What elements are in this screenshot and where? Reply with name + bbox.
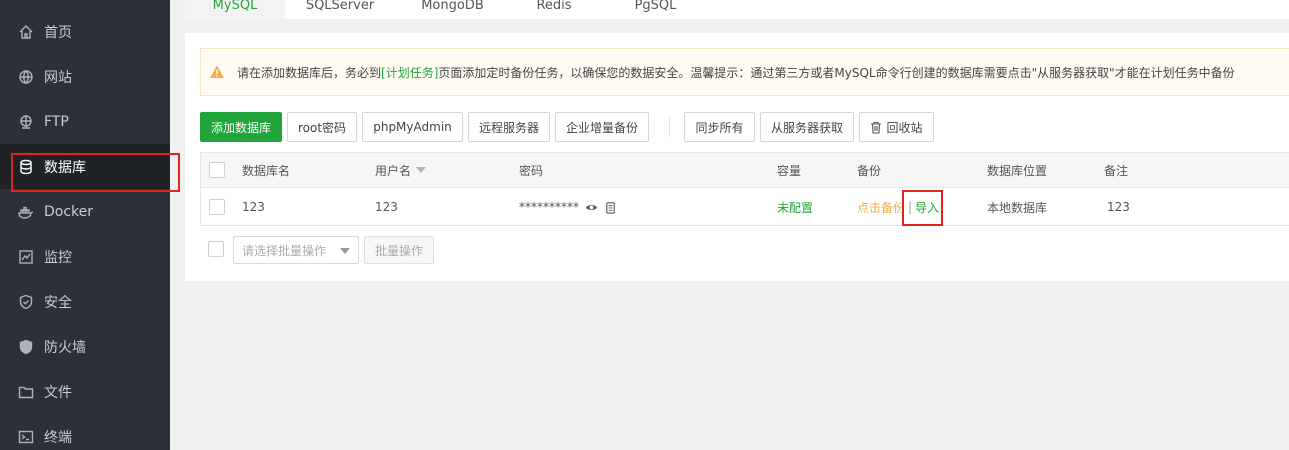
sidebar-item-firewall[interactable]: 防火墙: [0, 324, 170, 369]
schedule-task-link[interactable]: [计划任务]: [381, 64, 438, 81]
col-header-name: 数据库名: [242, 163, 291, 178]
db-name: 123: [242, 200, 265, 214]
table-header: 数据库名 用户名 密码 容量 备份 数据库位置 备注: [201, 153, 1289, 188]
sidebar-item-label: 监控: [44, 249, 72, 266]
copy-icon[interactable]: [604, 201, 617, 214]
database-icon: [18, 159, 34, 175]
sidebar-item-label: FTP: [44, 113, 69, 130]
sidebar-item-terminal[interactable]: 终端: [0, 414, 170, 450]
sidebar-item-label: 终端: [44, 429, 72, 446]
sidebar-item-docker[interactable]: Docker: [0, 189, 170, 234]
fetch-from-server-button[interactable]: 从服务器获取: [760, 112, 854, 142]
tab-pgsql[interactable]: PgSQL: [598, 0, 713, 19]
backup-separator: |: [908, 200, 913, 214]
remote-server-button[interactable]: 远程服务器: [468, 112, 550, 142]
backup-now-link[interactable]: 点击备份: [857, 199, 905, 216]
password-mask: **********: [519, 200, 579, 214]
database-type-tabs: MySQL SQLServer MongoDB Redis PgSQL: [185, 0, 1289, 19]
eye-icon[interactable]: [585, 201, 598, 214]
sidebar-item-security[interactable]: 安全: [0, 279, 170, 324]
chevron-down-icon: [340, 248, 350, 254]
toolbar-divider: [669, 117, 670, 137]
db-password: **********: [519, 188, 617, 226]
folder-icon: [18, 384, 34, 400]
db-user: 123: [375, 200, 398, 214]
sidebar-item-label: 首页: [44, 24, 72, 41]
trash-icon: [871, 121, 882, 134]
ftp-icon: [18, 114, 34, 130]
terminal-icon: [18, 429, 34, 445]
sidebar: 首页 网站 FTP 数据库 Docker 监控 安全 防火墙 文件 终端: [0, 0, 180, 450]
col-header-note: 备注: [1104, 163, 1129, 178]
sidebar-item-monitor[interactable]: 监控: [0, 234, 170, 279]
notice-text-after: 页面添加定时备份任务，以确保您的数据安全。温馨提示：通过第三方或者MySQL命令…: [438, 65, 1235, 80]
row-checkbox[interactable]: [209, 199, 225, 215]
db-location: 本地数据库: [987, 200, 1048, 215]
import-link[interactable]: 导入: [915, 199, 939, 216]
docker-icon: [18, 204, 34, 220]
root-password-button[interactable]: root密码: [287, 112, 357, 142]
db-note[interactable]: 123: [1107, 188, 1130, 226]
globe-icon: [18, 69, 34, 85]
sidebar-item-website[interactable]: 网站: [0, 54, 170, 99]
col-header-password: 密码: [519, 163, 544, 178]
sort-arrow-icon[interactable]: [416, 167, 427, 173]
recycle-bin-button[interactable]: 回收站: [859, 112, 934, 142]
notice-text-before: 请在添加数据库后，务必到: [237, 65, 382, 80]
recycle-bin-label: 回收站: [886, 120, 923, 135]
sync-all-button[interactable]: 同步所有: [684, 112, 755, 142]
sidebar-item-label: 数据库: [44, 159, 86, 176]
backup-actions: 点击备份 | 导入: [857, 188, 939, 226]
warning-icon: [210, 65, 224, 78]
select-all-checkbox[interactable]: [209, 162, 225, 178]
col-header-location: 数据库位置: [987, 163, 1048, 178]
batch-operation-select[interactable]: 请选择批量操作: [233, 236, 359, 264]
col-header-capacity: 容量: [777, 163, 802, 178]
sidebar-item-label: 文件: [44, 384, 72, 401]
firewall-icon: [18, 339, 34, 355]
tab-sqlserver[interactable]: SQLServer: [285, 0, 395, 19]
sidebar-item-database[interactable]: 数据库: [0, 144, 170, 189]
backup-notice: 请在添加数据库后，务必到 [计划任务] 页面添加定时备份任务，以确保您的数据安全。温…: [200, 48, 1289, 96]
sidebar-item-label: Docker: [44, 203, 94, 220]
database-table: 数据库名 用户名 密码 容量 备份 数据库位置 备注 123 123 *****…: [200, 152, 1289, 226]
sidebar-item-label: 安全: [44, 294, 72, 311]
sidebar-item-home[interactable]: 首页: [0, 9, 170, 54]
batch-select-placeholder: 请选择批量操作: [242, 243, 327, 258]
main-panel: 请在添加数据库后，务必到 [计划任务] 页面添加定时备份任务，以确保您的数据安全。温…: [185, 33, 1289, 281]
tab-mongodb[interactable]: MongoDB: [395, 0, 510, 19]
col-header-user[interactable]: 用户名: [375, 153, 427, 187]
sidebar-item-files[interactable]: 文件: [0, 369, 170, 414]
home-icon: [18, 24, 34, 40]
phpmyadmin-button[interactable]: phpMyAdmin: [362, 112, 463, 142]
tab-mysql[interactable]: MySQL: [185, 0, 285, 19]
sidebar-item-label: 防火墙: [44, 339, 86, 356]
sidebar-item-ftp[interactable]: FTP: [0, 99, 170, 144]
monitor-icon: [18, 249, 34, 265]
table-row: 123 123 ********** 未配置 点击备份 | 导入 本地数据库 1…: [201, 188, 1289, 226]
col-header-backup: 备份: [857, 163, 882, 178]
batch-operation-button[interactable]: 批量操作: [364, 236, 434, 264]
capacity-status[interactable]: 未配置: [777, 188, 813, 226]
sidebar-item-label: 网站: [44, 69, 72, 86]
add-database-button[interactable]: 添加数据库: [200, 112, 282, 142]
incremental-backup-button[interactable]: 企业增量备份: [555, 112, 649, 142]
batch-select-checkbox[interactable]: [208, 241, 224, 257]
tab-redis[interactable]: Redis: [510, 0, 598, 19]
col-header-user-label: 用户名: [375, 163, 412, 178]
shield-icon: [18, 294, 34, 310]
